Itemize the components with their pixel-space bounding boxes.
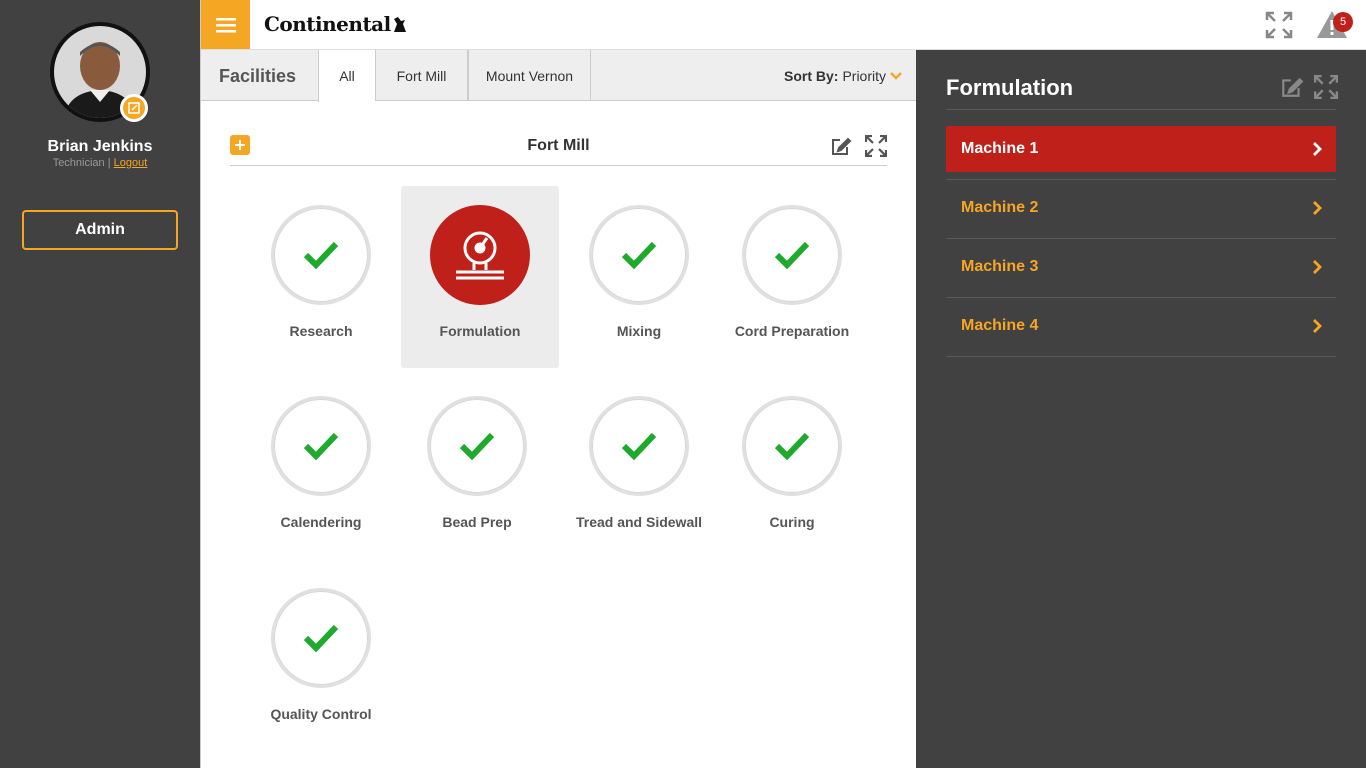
area-label: Tread and Sidewall bbox=[575, 514, 703, 530]
section-header: Fort Mill bbox=[230, 132, 888, 166]
facilities-tab-bar: Facilities All Fort Mill Mount Vernon So… bbox=[201, 50, 916, 102]
area-label: Mixing bbox=[616, 323, 662, 339]
chevron-right-icon bbox=[1313, 201, 1322, 215]
detail-panel: Formulation Machine 1 Machine 2 Machine … bbox=[916, 50, 1366, 768]
divider bbox=[946, 238, 1336, 239]
status-ok-icon bbox=[742, 205, 842, 305]
admin-button[interactable]: Admin bbox=[22, 210, 178, 250]
gauge-alert-icon bbox=[430, 205, 530, 305]
status-ok-icon bbox=[271, 396, 371, 496]
edit-icon[interactable] bbox=[1280, 75, 1304, 99]
area-tile-cord-preparation[interactable]: Cord Preparation bbox=[713, 186, 871, 368]
divider bbox=[946, 109, 1336, 110]
machine-label: Machine 1 bbox=[961, 140, 1039, 157]
expand-icon[interactable] bbox=[1313, 74, 1339, 100]
machine-item-2[interactable]: Machine 2 bbox=[946, 185, 1336, 231]
area-label: Research bbox=[289, 323, 353, 339]
user-role: Technician bbox=[52, 157, 105, 169]
chevron-right-icon bbox=[1313, 142, 1322, 156]
chevron-right-icon bbox=[1313, 319, 1322, 333]
user-role-line: Technician | Logout bbox=[0, 157, 200, 169]
brand-name: Continental bbox=[264, 12, 391, 36]
fullscreen-icon[interactable] bbox=[1265, 11, 1293, 39]
expand-icon[interactable] bbox=[864, 134, 888, 158]
main-panel: Facilities All Fort Mill Mount Vernon So… bbox=[200, 50, 916, 768]
machine-item-1[interactable]: Machine 1 bbox=[946, 126, 1336, 172]
divider bbox=[946, 356, 1336, 357]
area-label: Bead Prep bbox=[442, 514, 512, 530]
status-ok-icon bbox=[427, 396, 527, 496]
menu-button[interactable] bbox=[201, 0, 250, 49]
sort-value: Priority bbox=[842, 68, 886, 84]
divider bbox=[946, 179, 1336, 180]
area-tile-formulation[interactable]: Formulation bbox=[401, 186, 559, 368]
sort-label: Sort By: bbox=[783, 68, 839, 84]
user-name: Brian Jenkins bbox=[47, 138, 153, 155]
chevron-down-icon bbox=[890, 72, 902, 80]
chevron-right-icon bbox=[1313, 260, 1322, 274]
divider bbox=[946, 297, 1336, 298]
machine-label: Machine 3 bbox=[961, 258, 1039, 275]
top-bar: Continental 5 bbox=[200, 0, 1366, 50]
status-ok-icon bbox=[271, 588, 371, 688]
logout-link[interactable]: Logout bbox=[114, 157, 148, 169]
area-label: Quality Control bbox=[270, 706, 372, 722]
hamburger-icon bbox=[215, 17, 236, 32]
machine-item-3[interactable]: Machine 3 bbox=[946, 244, 1336, 290]
horse-icon bbox=[393, 17, 406, 32]
edit-avatar-icon[interactable] bbox=[120, 94, 148, 122]
area-tile-quality-control[interactable]: Quality Control bbox=[242, 569, 400, 751]
tab-fort-mill[interactable]: Fort Mill bbox=[375, 50, 468, 101]
user-avatar-container bbox=[50, 22, 150, 122]
machine-item-4[interactable]: Machine 4 bbox=[946, 303, 1336, 349]
status-ok-icon bbox=[271, 205, 371, 305]
area-label: Calendering bbox=[280, 514, 362, 530]
area-label: Formulation bbox=[439, 323, 521, 339]
area-tile-calendering[interactable]: Calendering bbox=[242, 377, 400, 559]
area-tile-research[interactable]: Research bbox=[242, 186, 400, 368]
machine-label: Machine 2 bbox=[961, 199, 1039, 216]
facilities-label: Facilities bbox=[219, 66, 297, 86]
machine-label: Machine 4 bbox=[961, 317, 1039, 334]
tab-all[interactable]: All bbox=[318, 50, 375, 102]
sidebar: Brian Jenkins Technician | Logout Admin bbox=[0, 0, 200, 768]
status-ok-icon bbox=[589, 396, 689, 496]
alerts-button[interactable]: 5 bbox=[1315, 8, 1355, 42]
edit-icon[interactable] bbox=[830, 135, 852, 157]
area-tile-bead-prep[interactable]: Bead Prep bbox=[398, 377, 556, 559]
detail-title: Formulation bbox=[946, 75, 1074, 100]
area-tile-tread-and-sidewall[interactable]: Tread and Sidewall bbox=[560, 377, 718, 559]
status-ok-icon bbox=[742, 396, 842, 496]
alert-count-badge: 5 bbox=[1333, 12, 1353, 32]
area-tile-curing[interactable]: Curing bbox=[713, 377, 871, 559]
role-separator: | bbox=[104, 157, 114, 169]
section-title: Fort Mill bbox=[527, 137, 590, 154]
status-ok-icon bbox=[589, 205, 689, 305]
area-label: Cord Preparation bbox=[734, 323, 850, 339]
tab-mount-vernon[interactable]: Mount Vernon bbox=[468, 50, 591, 101]
brand-logo: Continental bbox=[264, 12, 407, 36]
area-tile-mixing[interactable]: Mixing bbox=[560, 186, 718, 368]
area-label: Curing bbox=[769, 514, 815, 530]
sort-dropdown[interactable]: Sort By: Priority bbox=[784, 68, 902, 84]
